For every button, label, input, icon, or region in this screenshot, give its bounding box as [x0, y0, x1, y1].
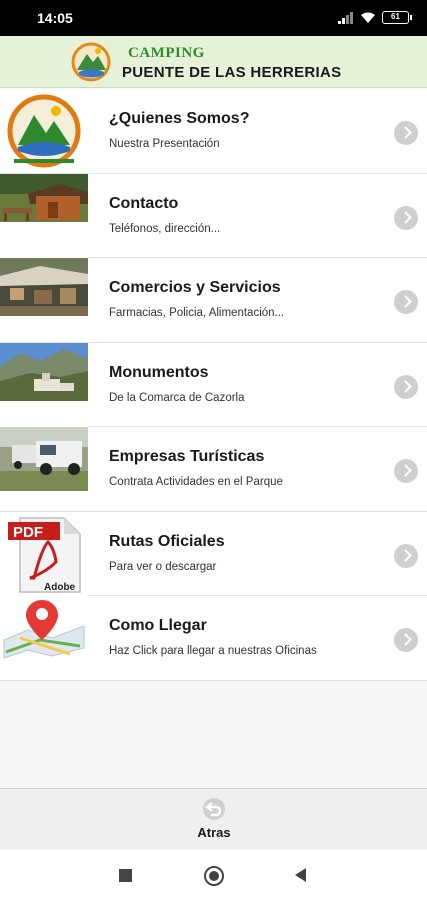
- menu-item-title: Monumentos: [109, 363, 209, 381]
- camping-logo: [71, 42, 111, 82]
- system-nav-bar: [0, 850, 427, 900]
- menu-item-rutas[interactable]: PDF Adobe Rutas Oficiales Para ver o des…: [0, 511, 427, 596]
- menu-item-subtitle: Nuestra Presentación: [109, 138, 220, 150]
- chevron-right-icon[interactable]: [394, 628, 418, 652]
- terrace-photo: [0, 258, 88, 342]
- menu-item-monumentos[interactable]: Monumentos De la Comarca de Cazorla: [0, 342, 427, 427]
- menu-item-subtitle: Para ver o descargar: [109, 560, 217, 573]
- menu-item-contacto[interactable]: Contacto Teléfonos, dirección...: [0, 173, 427, 258]
- app-header: CAMPING PUENTE DE LAS HERRERIAS: [0, 36, 427, 88]
- map-pin-icon: [0, 596, 88, 680]
- chevron-right-icon[interactable]: [394, 205, 418, 230]
- menu-item-empresas[interactable]: Empresas Turísticas Contrata Actividades…: [0, 427, 427, 512]
- menu-item-subtitle: Teléfonos, dirección...: [109, 222, 221, 235]
- menu-item-subtitle: Contrata Actividades en el Parque: [109, 476, 283, 488]
- back-triangle-icon[interactable]: [295, 868, 306, 882]
- menu-item-subtitle: Haz Click para llegar a nuestras Oficina…: [109, 645, 317, 657]
- back-button[interactable]: Atras: [180, 795, 248, 845]
- bottom-toolbar: Atras: [0, 788, 427, 850]
- menu-item-title: ¿Quienes Somos?: [109, 110, 250, 127]
- status-time: 14:05: [37, 10, 73, 26]
- back-label: Atras: [197, 825, 231, 840]
- battery-icon: 61: [382, 11, 412, 24]
- recents-icon[interactable]: [119, 869, 132, 882]
- village-photo: [0, 342, 88, 427]
- brand-line1: CAMPING: [128, 45, 205, 61]
- adobe-label: Adobe: [44, 582, 76, 593]
- pdf-icon: PDF Adobe: [0, 511, 88, 596]
- menu-item-comercios[interactable]: Comercios y Servicios Farmacias, Policia…: [0, 258, 427, 343]
- cabin-photo: [0, 173, 88, 258]
- menu-item-quienes-somos[interactable]: ¿Quienes Somos? Nuestra Presentación: [0, 89, 427, 174]
- chevron-right-icon[interactable]: [394, 374, 418, 399]
- menu-item-title: Contacto: [109, 194, 179, 212]
- menu-item-title: Empresas Turísticas: [109, 448, 265, 465]
- home-icon[interactable]: [204, 866, 224, 886]
- menu-item-title: Rutas Oficiales: [109, 532, 225, 550]
- menu-item-title: Como Llegar: [109, 617, 207, 634]
- menu-item-como-llegar[interactable]: Como Llegar Haz Click para llegar a nues…: [0, 596, 427, 681]
- menu-item-subtitle: Farmacias, Policia, Alimentación...: [109, 307, 285, 319]
- back-arrow-icon: [203, 798, 225, 820]
- pdf-label: PDF: [13, 524, 43, 541]
- menu-item-title: Comercios y Servicios: [109, 279, 281, 296]
- menu-item-subtitle: De la Comarca de Cazorla: [109, 391, 245, 404]
- brand-line2: PUENTE DE LAS HERRERIAS: [122, 64, 342, 81]
- chevron-right-icon[interactable]: [394, 290, 418, 314]
- chevron-right-icon[interactable]: [394, 459, 418, 483]
- logo-thumbnail: [0, 89, 88, 173]
- status-icons: 61: [338, 11, 412, 24]
- signal-icon: [338, 11, 353, 24]
- wifi-icon: [361, 12, 375, 23]
- jeep-photo: [0, 427, 88, 511]
- menu-list: ¿Quienes Somos? Nuestra Presentación Con…: [0, 89, 427, 681]
- chevron-right-icon[interactable]: [394, 121, 418, 145]
- status-bar: 14:05 61: [0, 0, 427, 36]
- chevron-right-icon[interactable]: [394, 543, 418, 568]
